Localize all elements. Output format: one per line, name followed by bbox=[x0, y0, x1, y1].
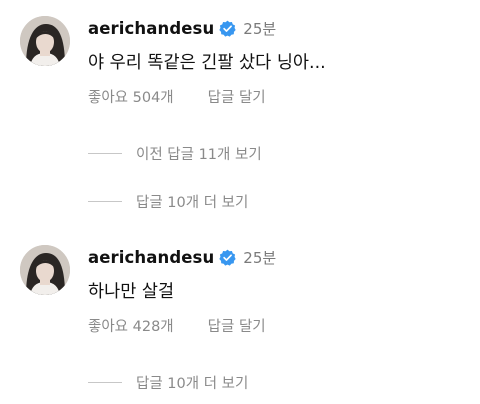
username[interactable]: aerichandesu bbox=[88, 19, 214, 38]
verified-badge-icon bbox=[219, 20, 236, 37]
profile-photo bbox=[20, 16, 70, 66]
likes-count[interactable]: 좋아요 504개 bbox=[88, 86, 174, 107]
comment-header: aerichandesu 25분 bbox=[88, 246, 276, 268]
username[interactable]: aerichandesu bbox=[88, 248, 214, 267]
thread-divider-line bbox=[88, 201, 122, 202]
view-previous-replies-label: 이전 답글 11개 보기 bbox=[136, 147, 262, 163]
avatar[interactable] bbox=[20, 245, 70, 295]
view-more-replies-label: 답글 10개 더 보기 bbox=[136, 376, 249, 392]
comment-text: 야 우리 똑같은 긴팔 샀다 닝아... bbox=[88, 53, 326, 73]
comment-header: aerichandesu 25분 bbox=[88, 17, 276, 39]
likes-count[interactable]: 좋아요 428개 bbox=[88, 315, 174, 336]
reply-button[interactable]: 답글 달기 bbox=[208, 86, 266, 107]
avatar[interactable] bbox=[20, 16, 70, 66]
comment-text: 하나만 살걸 bbox=[88, 282, 175, 302]
view-more-replies-link[interactable]: 답글 10개 더 보기 bbox=[88, 191, 248, 212]
view-more-replies-link[interactable]: 답글 10개 더 보기 bbox=[88, 372, 248, 393]
comment-time: 25분 bbox=[243, 19, 277, 38]
view-more-replies-label: 답글 10개 더 보기 bbox=[136, 195, 249, 211]
comment-time: 25분 bbox=[243, 248, 277, 267]
reply-button[interactable]: 답글 달기 bbox=[208, 315, 266, 336]
view-previous-replies-link[interactable]: 이전 답글 11개 보기 bbox=[88, 143, 262, 164]
comment-meta: 좋아요 504개 답글 달기 bbox=[88, 86, 266, 107]
thread-divider-line bbox=[88, 382, 122, 383]
comment-meta: 좋아요 428개 답글 달기 bbox=[88, 315, 266, 336]
profile-photo bbox=[20, 245, 70, 295]
verified-badge-icon bbox=[219, 249, 236, 266]
thread-divider-line bbox=[88, 153, 122, 154]
